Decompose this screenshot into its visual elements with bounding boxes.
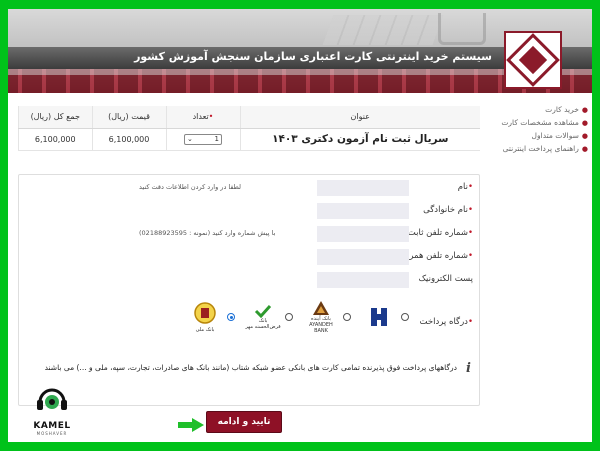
order-table: عنوان •تعداد قیمت (ریال) جمع کل (ریال) س… <box>18 106 480 151</box>
col-quantity-label: تعداد <box>192 112 209 122</box>
col-quantity: •تعداد <box>165 106 240 129</box>
sidebar-item-payment-guide[interactable]: ● راهنمای پرداخت اینترنتی <box>492 142 592 155</box>
headset-icon <box>37 388 67 410</box>
bank-option-melli[interactable]: بانک ملی <box>187 299 235 335</box>
radio-sanat[interactable] <box>401 313 409 321</box>
gateway-label: •درگاه پرداخت <box>419 317 473 327</box>
email-row: پست الکترونیک <box>19 271 479 289</box>
main-content: عنوان •تعداد قیمت (ریال) جمع کل (ریال) س… <box>18 106 480 406</box>
bullet-icon: ● <box>581 144 588 153</box>
last-name-label: •نام خانوادگی <box>423 205 473 215</box>
purchase-form: •نام لطفا در وارد کردن اطلاعات دقت کنید … <box>18 174 480 406</box>
sidebar-item-faq[interactable]: ● سوالات متداول <box>492 129 592 142</box>
submit-button[interactable]: تایید و ادامه <box>206 411 282 433</box>
sidebar-item-buy-card[interactable]: ● خرید کارت <box>492 103 592 116</box>
sidebar-item-view-card[interactable]: ● مشاهده مشخصات کارت <box>492 116 592 129</box>
bank-ayandeh-logo: بانک آینده AYANDEH BANK <box>303 299 339 335</box>
watermark-sub: MOSHAVER <box>36 431 68 436</box>
mobile-field[interactable] <box>317 249 409 265</box>
mobile-row: •شماره تلفن همراه <box>19 248 479 266</box>
first-name-label: •نام <box>457 182 473 192</box>
radio-mehr[interactable] <box>285 313 293 321</box>
row-total: 6,100,000 <box>18 128 92 151</box>
kamel-watermark: KAMEL MOSHAVER <box>22 385 82 436</box>
bank-melli-name: بانک ملی <box>195 327 215 333</box>
last-name-row: •نام خانوادگی <box>19 202 479 220</box>
sidebar-item-label: مشاهده مشخصات کارت <box>501 118 579 127</box>
sidebar-item-label: راهنمای پرداخت اینترنتی <box>502 144 579 153</box>
bank-mehr-name: بانک قرض‌الحسنه مهر <box>245 318 281 330</box>
page-frame: سیستم خرید اینترنتی کارت اعتباری سازمان … <box>8 9 592 442</box>
chevron-down-icon: ⌄ <box>187 135 193 143</box>
first-name-field[interactable] <box>317 180 409 196</box>
email-label: پست الکترونیک <box>418 274 473 284</box>
bank-option-mehr[interactable]: بانک قرض‌الحسنه مهر <box>245 299 293 335</box>
first-name-row: •نام لطفا در وارد کردن اطلاعات دقت کنید <box>19 179 479 197</box>
required-mark: • <box>208 112 214 122</box>
row-quantity-cell: ⌄ 1 <box>165 128 240 151</box>
bank-melli-logo: بانک ملی <box>187 299 223 335</box>
gateway-row: •درگاه پرداخت بانک آینده AYANDEH BANK با… <box>19 299 479 345</box>
sidebar: ● خرید کارت ● مشاهده مشخصات کارت ● سوالا… <box>492 103 592 155</box>
quantity-value: 1 <box>214 135 219 143</box>
first-name-hint: لطفا در وارد کردن اطلاعات دقت کنید <box>139 183 241 191</box>
organization-logo[interactable] <box>504 31 562 89</box>
cart-icon <box>438 13 486 45</box>
bullet-icon: ● <box>581 131 588 140</box>
keyboard-graphic <box>322 15 444 45</box>
bank-option-sanat[interactable] <box>361 299 409 335</box>
bullet-icon: ● <box>581 105 588 114</box>
table-header-row: عنوان •تعداد قیمت (ریال) جمع کل (ریال) <box>18 106 480 129</box>
bank-mehr-logo: بانک قرض‌الحسنه مهر <box>245 299 281 335</box>
phone-row: •شماره تلفن ثابت با پیش شماره وارد کنید … <box>19 225 479 243</box>
arrow-right-icon <box>178 418 204 432</box>
watermark-name: KAMEL <box>33 421 71 431</box>
gateway-note: درگاههای پرداخت فوق پذیرنده تمامی کارت ه… <box>44 363 457 372</box>
radio-melli[interactable] <box>227 313 235 321</box>
table-row: سریال ثبت نام آزمون دکتری ۱۴۰۳ ⌄ 1 6,100… <box>18 128 480 151</box>
phone-hint: با پیش شماره وارد کنید (نمونه : 02188923… <box>139 229 276 237</box>
col-total: جمع کل (ریال) <box>18 106 92 129</box>
sidebar-item-label: سوالات متداول <box>531 131 579 140</box>
email-field[interactable] <box>317 272 409 288</box>
col-title: عنوان <box>239 106 480 129</box>
bullet-icon: ● <box>581 118 588 127</box>
bank-ayandeh-sub: AYANDEH BANK <box>309 322 333 334</box>
sidebar-item-label: خرید کارت <box>545 105 579 114</box>
radio-ayandeh[interactable] <box>343 313 351 321</box>
phone-field[interactable] <box>317 226 409 242</box>
site-title: سیستم خرید اینترنتی کارت اعتباری سازمان … <box>134 50 492 63</box>
bank-sanat-logo <box>361 299 397 335</box>
quantity-select[interactable]: ⌄ 1 <box>184 133 222 145</box>
phone-label: •شماره تلفن ثابت <box>407 228 473 238</box>
mobile-label: •شماره تلفن همراه <box>402 251 473 261</box>
row-price: 6,100,000 <box>91 128 166 151</box>
info-icon: i <box>466 361 471 376</box>
col-price: قیمت (ریال) <box>91 106 166 129</box>
bank-option-ayandeh[interactable]: بانک آینده AYANDEH BANK <box>303 299 351 335</box>
header-banner: سیستم خرید اینترنتی کارت اعتباری سازمان … <box>8 9 592 93</box>
row-title: سریال ثبت نام آزمون دکتری ۱۴۰۳ <box>239 128 480 151</box>
last-name-field[interactable] <box>317 203 409 219</box>
